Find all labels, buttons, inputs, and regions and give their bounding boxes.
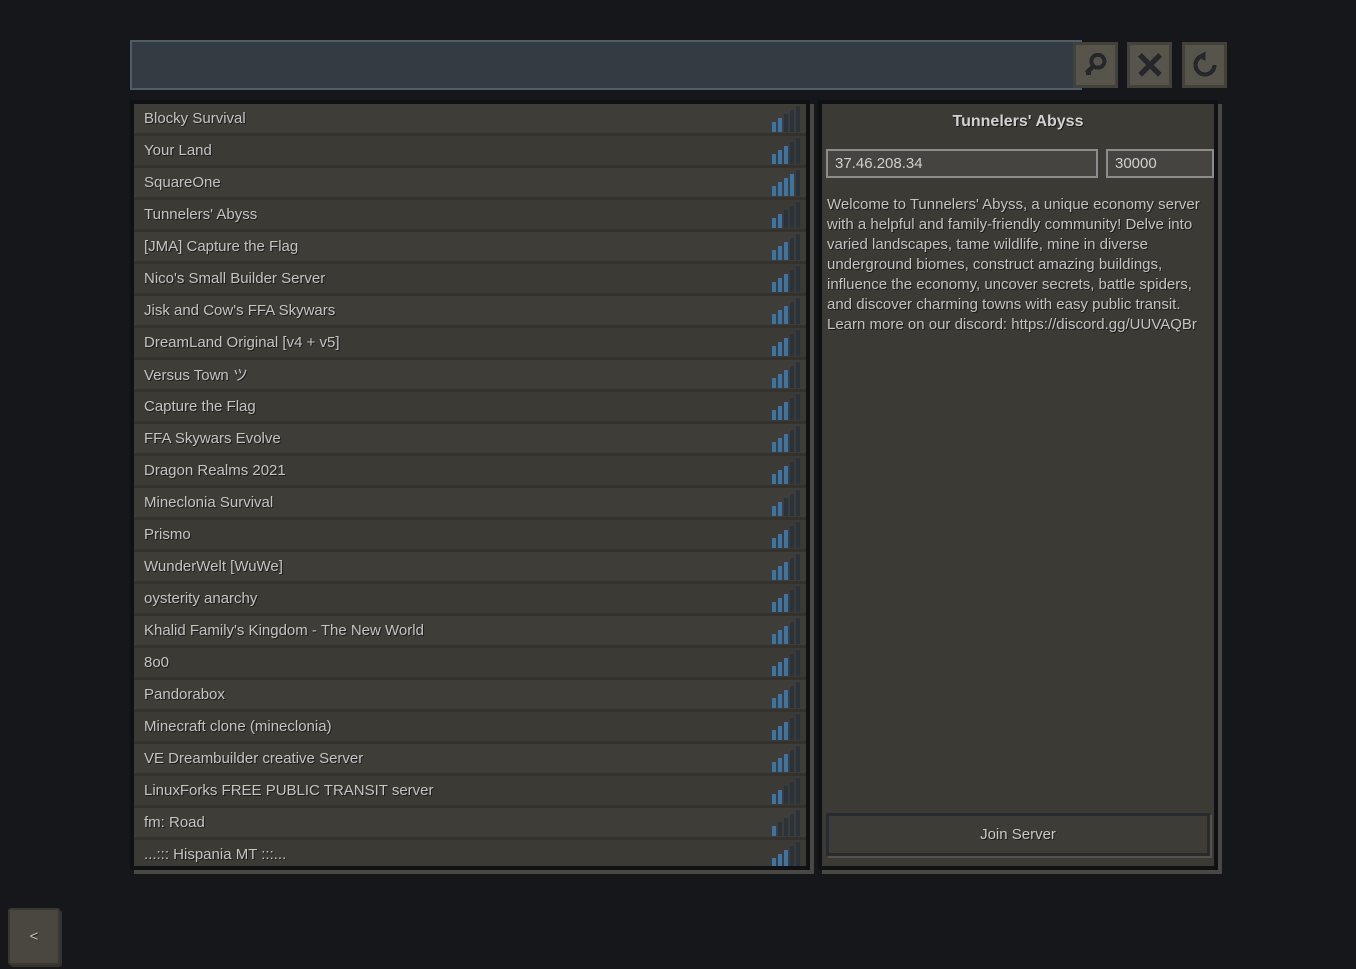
server-name: Prismo (134, 526, 772, 543)
server-row[interactable]: WunderWelt [WuWe] (134, 552, 806, 584)
ping-icon (772, 330, 802, 356)
server-browser-screen: Blocky Survival Your Land SquareOne Tunn… (0, 0, 1356, 969)
server-name: SquareOne (134, 174, 772, 191)
server-row[interactable]: ...::: Hispania MT :::... (134, 840, 806, 870)
ping-icon (772, 522, 802, 548)
join-server-button[interactable]: Join Server (826, 813, 1210, 856)
server-description: Welcome to Tunnelers' Abyss, a unique ec… (827, 195, 1217, 335)
server-name: LinuxForks FREE PUBLIC TRANSIT server (134, 782, 772, 799)
server-name: Dragon Realms 2021 (134, 462, 772, 479)
server-name: Your Land (134, 142, 772, 159)
ping-icon (772, 138, 802, 164)
server-row[interactable]: DreamLand Original [v4 + v5] (134, 328, 806, 360)
port-field[interactable] (1106, 149, 1214, 178)
server-details-panel: Tunnelers' Abyss Welcome to Tunnelers' A… (818, 100, 1218, 870)
ping-icon (772, 842, 802, 868)
server-row[interactable]: Pandorabox (134, 680, 806, 712)
ping-icon (772, 394, 802, 420)
ping-icon (772, 298, 802, 324)
server-row[interactable]: Nico's Small Builder Server (134, 264, 806, 296)
server-name: fm: Road (134, 814, 772, 831)
ping-icon (772, 170, 802, 196)
ping-icon (772, 458, 802, 484)
server-row[interactable]: Jisk and Cow's FFA Skywars (134, 296, 806, 328)
server-name: [JMA] Capture the Flag (134, 238, 772, 255)
ping-icon (772, 106, 802, 132)
server-row[interactable]: oysterity anarchy (134, 584, 806, 616)
ping-icon (772, 586, 802, 612)
server-title: Tunnelers' Abyss (822, 113, 1214, 131)
server-name: Tunnelers' Abyss (134, 206, 772, 223)
server-name: Nico's Small Builder Server (134, 270, 772, 287)
refresh-icon-button[interactable] (1182, 42, 1227, 88)
server-row[interactable]: 8o0 (134, 648, 806, 680)
server-row[interactable]: Prismo (134, 520, 806, 552)
server-row[interactable]: [JMA] Capture the Flag (134, 232, 806, 264)
refresh-icon (1190, 50, 1220, 80)
ping-icon (772, 778, 802, 804)
server-row[interactable]: Versus Town ツ (134, 360, 806, 392)
server-name: Blocky Survival (134, 110, 772, 127)
server-name: Versus Town ツ (134, 364, 772, 385)
server-row[interactable]: Mineclonia Survival (134, 488, 806, 520)
server-row[interactable]: fm: Road (134, 808, 806, 840)
ping-icon (772, 266, 802, 292)
server-row[interactable]: Dragon Realms 2021 (134, 456, 806, 488)
ping-icon (772, 618, 802, 644)
ping-icon (772, 554, 802, 580)
server-row[interactable]: SquareOne (134, 168, 806, 200)
clear-search-button[interactable] (1127, 42, 1172, 88)
ping-icon (772, 746, 802, 772)
server-name: WunderWelt [WuWe] (134, 558, 772, 575)
server-name: 8o0 (134, 654, 772, 671)
server-row[interactable]: LinuxForks FREE PUBLIC TRANSIT server (134, 776, 806, 808)
server-name: Jisk and Cow's FFA Skywars (134, 302, 772, 319)
ping-icon (772, 650, 802, 676)
back-button[interactable]: < (8, 908, 60, 965)
ping-icon (772, 234, 802, 260)
search-input[interactable] (130, 40, 1082, 90)
server-name: FFA Skywars Evolve (134, 430, 772, 447)
server-name: DreamLand Original [v4 + v5] (134, 334, 772, 351)
ping-icon (772, 490, 802, 516)
search-button[interactable] (1073, 42, 1118, 88)
server-row[interactable]: Capture the Flag (134, 392, 806, 424)
server-row[interactable]: VE Dreambuilder creative Server (134, 744, 806, 776)
server-row[interactable]: FFA Skywars Evolve (134, 424, 806, 456)
ping-icon (772, 810, 802, 836)
search-icon (1081, 50, 1111, 80)
ping-icon (772, 362, 802, 388)
server-name: Pandorabox (134, 686, 772, 703)
server-list[interactable]: Blocky Survival Your Land SquareOne Tunn… (130, 100, 810, 870)
server-row[interactable]: Blocky Survival (134, 104, 806, 136)
ping-icon (772, 202, 802, 228)
close-icon (1135, 50, 1165, 80)
ping-icon (772, 714, 802, 740)
server-name: Khalid Family's Kingdom - The New World (134, 622, 772, 639)
server-row[interactable]: Tunnelers' Abyss (134, 200, 806, 232)
ping-icon (772, 682, 802, 708)
server-name: Mineclonia Survival (134, 494, 772, 511)
server-name: oysterity anarchy (134, 590, 772, 607)
server-row[interactable]: Your Land (134, 136, 806, 168)
server-row[interactable]: Minecraft clone (mineclonia) (134, 712, 806, 744)
address-field[interactable] (826, 149, 1098, 178)
server-name: ...::: Hispania MT :::... (134, 846, 772, 863)
server-name: VE Dreambuilder creative Server (134, 750, 772, 767)
ping-icon (772, 426, 802, 452)
server-name: Minecraft clone (mineclonia) (134, 718, 772, 735)
server-row[interactable]: Khalid Family's Kingdom - The New World (134, 616, 806, 648)
server-name: Capture the Flag (134, 398, 772, 415)
